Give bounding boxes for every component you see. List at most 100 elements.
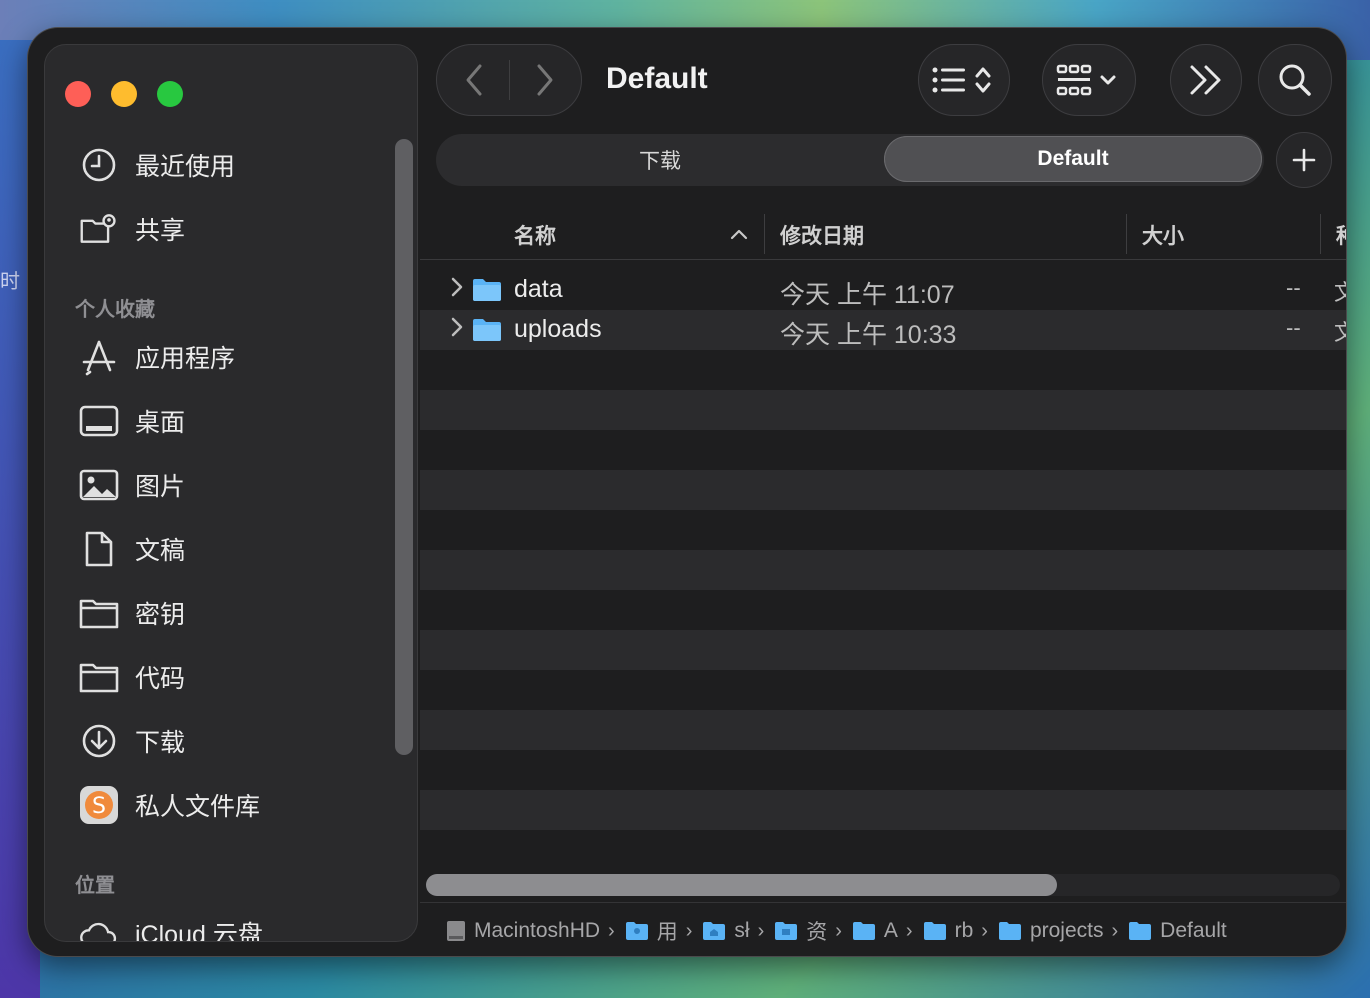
- locations-heading: 位置: [75, 875, 115, 897]
- sidebar-item-label: 下载: [135, 729, 186, 757]
- empty-row: [420, 510, 1346, 550]
- path-separator-icon: ›: [905, 919, 913, 942]
- favorites-heading: 个人收藏: [75, 299, 155, 321]
- list-view-icon: [932, 67, 991, 93]
- sidebar-item-private-library[interactable]: S 私人文件库: [79, 783, 260, 827]
- sidebar-item-downloads[interactable]: 下载: [79, 719, 185, 763]
- sidebar-item-label: iCloud 云盘: [135, 921, 263, 942]
- disclosure-chevron-icon[interactable]: [450, 276, 464, 298]
- more-toolbar-button[interactable]: [1170, 44, 1242, 116]
- list-view-button[interactable]: [918, 44, 1010, 116]
- column-separator: [764, 214, 765, 254]
- horizontal-scrollbar-thumb[interactable]: [426, 874, 1057, 896]
- tab-downloads[interactable]: 下载: [436, 134, 884, 186]
- clock-icon: [79, 145, 119, 185]
- plus-icon: [1292, 148, 1316, 172]
- chevron-left-icon: [466, 64, 481, 96]
- path-bar: MacintoshHD › 用 › sł › 资 › A › rb › proj…: [446, 914, 1235, 948]
- folder-icon: [998, 922, 1021, 940]
- svg-text:S: S: [92, 794, 106, 819]
- path-item[interactable]: rb: [923, 919, 973, 943]
- sort-ascending-icon[interactable]: [730, 228, 748, 240]
- column-name[interactable]: 名称: [514, 220, 556, 250]
- path-item[interactable]: A: [852, 919, 898, 943]
- path-item[interactable]: 用: [625, 916, 678, 946]
- window-title: Default: [606, 62, 708, 95]
- sidebar-item-label: 图片: [135, 473, 186, 501]
- path-label: MacintoshHD: [474, 919, 601, 942]
- file-size: --: [1286, 275, 1301, 300]
- folder-icon: [775, 922, 798, 940]
- applications-icon: [79, 337, 119, 377]
- path-separator-icon: ›: [608, 919, 615, 942]
- sidebar-item-pictures[interactable]: 图片: [79, 463, 185, 507]
- horizontal-scrollbar[interactable]: [426, 874, 1340, 896]
- path-label: A: [883, 919, 898, 942]
- search-button[interactable]: [1258, 44, 1332, 116]
- path-label: projects: [1029, 919, 1104, 942]
- folder-icon: [79, 657, 119, 697]
- column-modified[interactable]: 修改日期: [780, 220, 864, 250]
- user-folder-icon: [625, 922, 648, 940]
- grid-view-icon: [1056, 64, 1116, 96]
- column-kind[interactable]: 种: [1336, 220, 1346, 250]
- table-row[interactable]: data 今天 上午 11:07 -- 文: [420, 270, 1346, 310]
- sidebar-item-keys[interactable]: 密钥: [79, 591, 185, 635]
- path-separator-icon: ›: [981, 919, 988, 942]
- empty-row: [420, 710, 1346, 750]
- tab-default[interactable]: Default: [884, 136, 1262, 182]
- column-separator: [1126, 214, 1127, 254]
- sidebar-item-code[interactable]: 代码: [79, 655, 185, 699]
- forward-button[interactable]: [510, 63, 580, 97]
- sidebar-item-shared[interactable]: 共享: [79, 207, 185, 251]
- search-icon: [1279, 64, 1311, 96]
- empty-row: [420, 670, 1346, 710]
- empty-row: [420, 590, 1346, 630]
- tab-label: Default: [1037, 147, 1109, 170]
- sidebar-item-desktop[interactable]: 桌面: [79, 399, 185, 443]
- path-item-disk[interactable]: MacintoshHD: [446, 919, 600, 943]
- sidebar-item-recents[interactable]: 最近使用: [79, 143, 235, 187]
- sidebar-item-applications[interactable]: 应用程序: [79, 335, 235, 379]
- folder-icon: [473, 319, 501, 341]
- empty-row: [420, 550, 1346, 590]
- shared-folder-icon: [79, 209, 119, 249]
- table-row[interactable]: uploads 今天 上午 10:33 -- 文: [420, 310, 1346, 350]
- path-bar-divider: [420, 902, 1346, 903]
- desktop-icon: [79, 401, 119, 441]
- file-modified: 今天 上午 10:33: [780, 321, 957, 349]
- tab-bar: 下载 Default: [436, 134, 1264, 186]
- column-size[interactable]: 大小: [1142, 220, 1184, 250]
- tab-label: 下载: [639, 150, 681, 173]
- path-label: sł: [734, 919, 750, 942]
- path-label: 资: [806, 921, 828, 944]
- app-s-icon: S: [79, 785, 119, 825]
- sidebar-item-documents[interactable]: 文稿: [79, 527, 185, 571]
- sidebar-scrollbar[interactable]: [395, 139, 413, 755]
- path-item[interactable]: projects: [998, 919, 1104, 943]
- document-icon: [79, 529, 119, 569]
- path-item-current[interactable]: Default: [1128, 919, 1227, 943]
- sidebar-item-label: 应用程序: [135, 345, 236, 373]
- path-item[interactable]: 资: [774, 916, 827, 946]
- empty-row: [420, 350, 1346, 390]
- path-item[interactable]: sł: [702, 919, 750, 943]
- group-view-button[interactable]: [1042, 44, 1136, 116]
- file-name: uploads: [514, 315, 602, 343]
- zoom-button[interactable]: [157, 81, 183, 107]
- double-chevron-right-icon: [1190, 65, 1221, 95]
- header-divider: [420, 259, 1346, 260]
- path-label: 用: [656, 921, 678, 944]
- back-forward-group: [436, 44, 582, 116]
- back-button[interactable]: [439, 63, 509, 97]
- close-button[interactable]: [65, 81, 91, 107]
- sidebar: 最近使用 共享 个人收藏 应用程序 桌面 图片 文稿 密钥 代码 下载 S 私人…: [44, 44, 418, 942]
- sidebar-item-icloud[interactable]: iCloud 云盘: [79, 911, 263, 942]
- finder-window: 最近使用 共享 个人收藏 应用程序 桌面 图片 文稿 密钥 代码 下载 S 私人…: [28, 28, 1346, 956]
- home-folder-icon: [703, 922, 726, 940]
- disclosure-chevron-icon[interactable]: [450, 316, 464, 338]
- minimize-button[interactable]: [111, 81, 137, 107]
- path-separator-icon: ›: [685, 919, 693, 942]
- new-tab-button[interactable]: [1276, 132, 1332, 188]
- folder-icon: [852, 922, 875, 940]
